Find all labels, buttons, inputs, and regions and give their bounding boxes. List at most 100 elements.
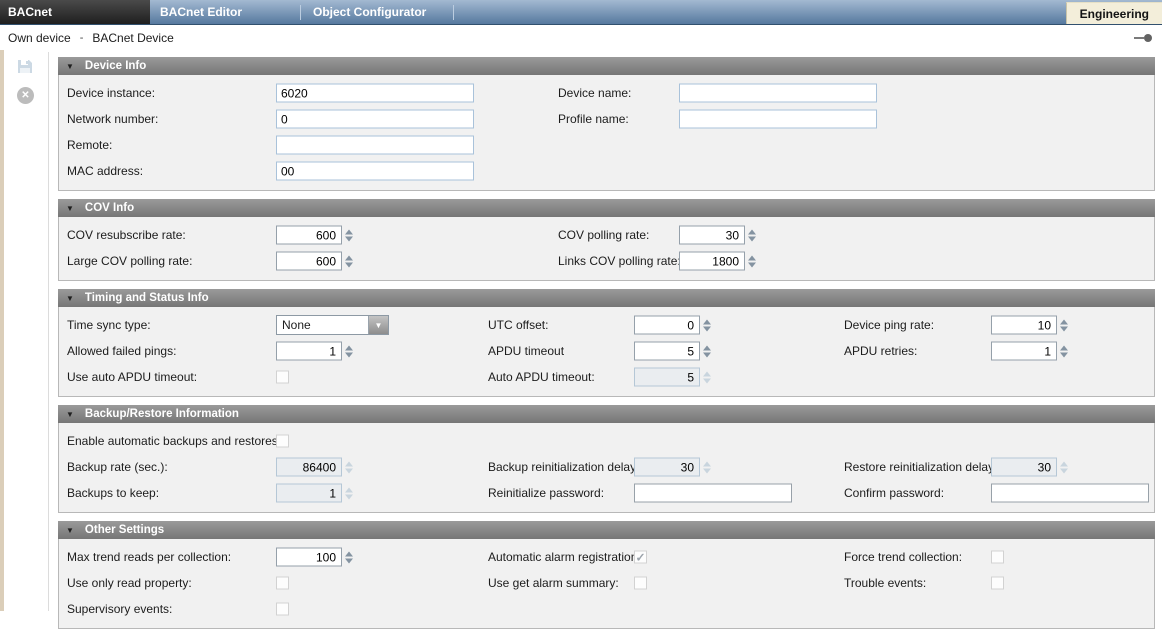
chevron-down-icon[interactable]: ▼: [368, 316, 388, 334]
section-header-cov-info[interactable]: ▼ COV Info: [58, 199, 1155, 217]
collapse-triangle-icon[interactable]: ▼: [66, 62, 74, 71]
trouble-events-label: Trouble events:: [844, 576, 926, 590]
breadcrumb-own-device[interactable]: Own device: [8, 31, 71, 45]
backup-rate-spinner: [276, 458, 353, 477]
pin-line: [1134, 37, 1144, 39]
editor-content: ▼ Device Info Device instance: Device na…: [58, 57, 1155, 637]
spinner-arrows-icon[interactable]: [1060, 345, 1068, 357]
spinner-arrows-icon[interactable]: [748, 229, 756, 241]
network-number-label: Network number:: [67, 112, 158, 126]
enable-auto-backups-label: Enable automatic backups and restores:: [67, 434, 281, 448]
section-title: COV Info: [85, 202, 134, 214]
time-sync-type-label: Time sync type:: [67, 318, 151, 332]
device-name-input[interactable]: [679, 84, 877, 103]
force-trend-collection-checkbox[interactable]: [991, 551, 1004, 564]
backup-rate-input: [276, 458, 342, 477]
collapse-triangle-icon[interactable]: ▼: [66, 204, 74, 213]
enable-auto-backups-checkbox[interactable]: [276, 435, 289, 448]
spinner-arrows-icon[interactable]: [345, 255, 353, 267]
apdu-retries-spinner[interactable]: [991, 342, 1068, 361]
remote-label: Remote:: [67, 138, 112, 152]
network-number-input[interactable]: [276, 110, 474, 129]
field-row: Backup rate (sec.): Backup reinitializat…: [59, 454, 1154, 480]
mac-address-input[interactable]: [276, 162, 474, 181]
floppy-disk-icon: [17, 59, 33, 74]
pin-icon[interactable]: [1134, 34, 1152, 42]
links-cov-polling-rate-spinner[interactable]: [679, 252, 756, 271]
cov-resubscribe-rate-input[interactable]: [276, 226, 342, 245]
spinner-arrows-icon[interactable]: [345, 229, 353, 241]
max-trend-reads-input[interactable]: [276, 548, 342, 567]
top-tab-bar: BACnet BACnet Editor Object Configurator…: [0, 0, 1162, 25]
spinner-arrows-icon[interactable]: [703, 319, 711, 331]
device-instance-input[interactable]: [276, 84, 474, 103]
use-only-read-property-checkbox[interactable]: [276, 577, 289, 590]
spinner-arrows-icon: [345, 487, 353, 499]
breadcrumb: Own device - BACnet Device: [0, 25, 1162, 50]
links-cov-polling-rate-input[interactable]: [679, 252, 745, 271]
section-header-backup-restore[interactable]: ▼ Backup/Restore Information: [58, 405, 1155, 423]
device-name-label: Device name:: [558, 86, 631, 100]
confirm-password-input[interactable]: [991, 484, 1149, 503]
spinner-arrows-icon[interactable]: [748, 255, 756, 267]
section-body: Max trend reads per collection: Automati…: [58, 539, 1155, 629]
engineering-mode-badge[interactable]: Engineering: [1066, 2, 1162, 24]
apdu-timeout-input[interactable]: [634, 342, 700, 361]
device-ping-rate-spinner[interactable]: [991, 316, 1068, 335]
utc-offset-spinner[interactable]: [634, 316, 711, 335]
trouble-events-checkbox[interactable]: [991, 577, 1004, 590]
tab-bacnet-editor[interactable]: BACnet Editor: [150, 0, 298, 24]
allowed-failed-pings-input[interactable]: [276, 342, 342, 361]
spinner-arrows-icon[interactable]: [345, 345, 353, 357]
time-sync-type-dropdown[interactable]: None ▼: [276, 315, 389, 335]
spinner-arrows-icon[interactable]: [703, 345, 711, 357]
spinner-arrows-icon[interactable]: [1060, 319, 1068, 331]
section-body: COV resubscribe rate: COV polling rate: …: [58, 217, 1155, 281]
utc-offset-input[interactable]: [634, 316, 700, 335]
cov-polling-rate-spinner[interactable]: [679, 226, 756, 245]
collapse-triangle-icon[interactable]: ▼: [66, 410, 74, 419]
force-trend-collection-label: Force trend collection:: [844, 550, 962, 564]
large-cov-polling-rate-spinner[interactable]: [276, 252, 353, 271]
sidebar-divider: [48, 52, 49, 611]
automatic-alarm-registration-label: Automatic alarm registration:: [488, 550, 641, 564]
remote-input[interactable]: [276, 136, 474, 155]
tab-separator: [453, 5, 454, 20]
apdu-retries-input[interactable]: [991, 342, 1057, 361]
profile-name-input[interactable]: [679, 110, 877, 129]
field-row: Device instance: Device name:: [59, 80, 1154, 106]
backup-rate-label: Backup rate (sec.):: [67, 460, 168, 474]
max-trend-reads-spinner[interactable]: [276, 548, 353, 567]
cov-resubscribe-rate-spinner[interactable]: [276, 226, 353, 245]
cancel-button[interactable]: ✕: [17, 87, 34, 104]
section-header-other-settings[interactable]: ▼ Other Settings: [58, 521, 1155, 539]
auto-apdu-timeout-spinner: [634, 368, 711, 387]
large-cov-polling-rate-label: Large COV polling rate:: [67, 254, 192, 268]
use-only-read-property-label: Use only read property:: [67, 576, 192, 590]
tab-bacnet[interactable]: BACnet: [0, 0, 150, 24]
reinitialize-password-label: Reinitialize password:: [488, 486, 604, 500]
tab-object-configurator[interactable]: Object Configurator: [303, 0, 451, 24]
section-body: Device instance: Device name: Network nu…: [58, 75, 1155, 191]
max-trend-reads-label: Max trend reads per collection:: [67, 550, 231, 564]
breadcrumb-bacnet-device[interactable]: BACnet Device: [92, 31, 173, 45]
pin-dot: [1144, 34, 1152, 42]
section-header-timing-status[interactable]: ▼ Timing and Status Info: [58, 289, 1155, 307]
supervisory-events-checkbox[interactable]: [276, 603, 289, 616]
collapse-triangle-icon[interactable]: ▼: [66, 294, 74, 303]
apdu-timeout-spinner[interactable]: [634, 342, 711, 361]
use-get-alarm-summary-checkbox[interactable]: [634, 577, 647, 590]
section-header-device-info[interactable]: ▼ Device Info: [58, 57, 1155, 75]
cov-polling-rate-input[interactable]: [679, 226, 745, 245]
allowed-failed-pings-spinner[interactable]: [276, 342, 353, 361]
large-cov-polling-rate-input[interactable]: [276, 252, 342, 271]
use-auto-apdu-timeout-checkbox[interactable]: [276, 371, 289, 384]
collapse-triangle-icon[interactable]: ▼: [66, 526, 74, 535]
spinner-arrows-icon[interactable]: [345, 551, 353, 563]
field-row: Max trend reads per collection: Automati…: [59, 544, 1154, 570]
save-button[interactable]: [17, 59, 33, 77]
device-ping-rate-input[interactable]: [991, 316, 1057, 335]
field-row: Enable automatic backups and restores:: [59, 428, 1154, 454]
spinner-arrows-icon: [345, 461, 353, 473]
reinitialize-password-input[interactable]: [634, 484, 792, 503]
